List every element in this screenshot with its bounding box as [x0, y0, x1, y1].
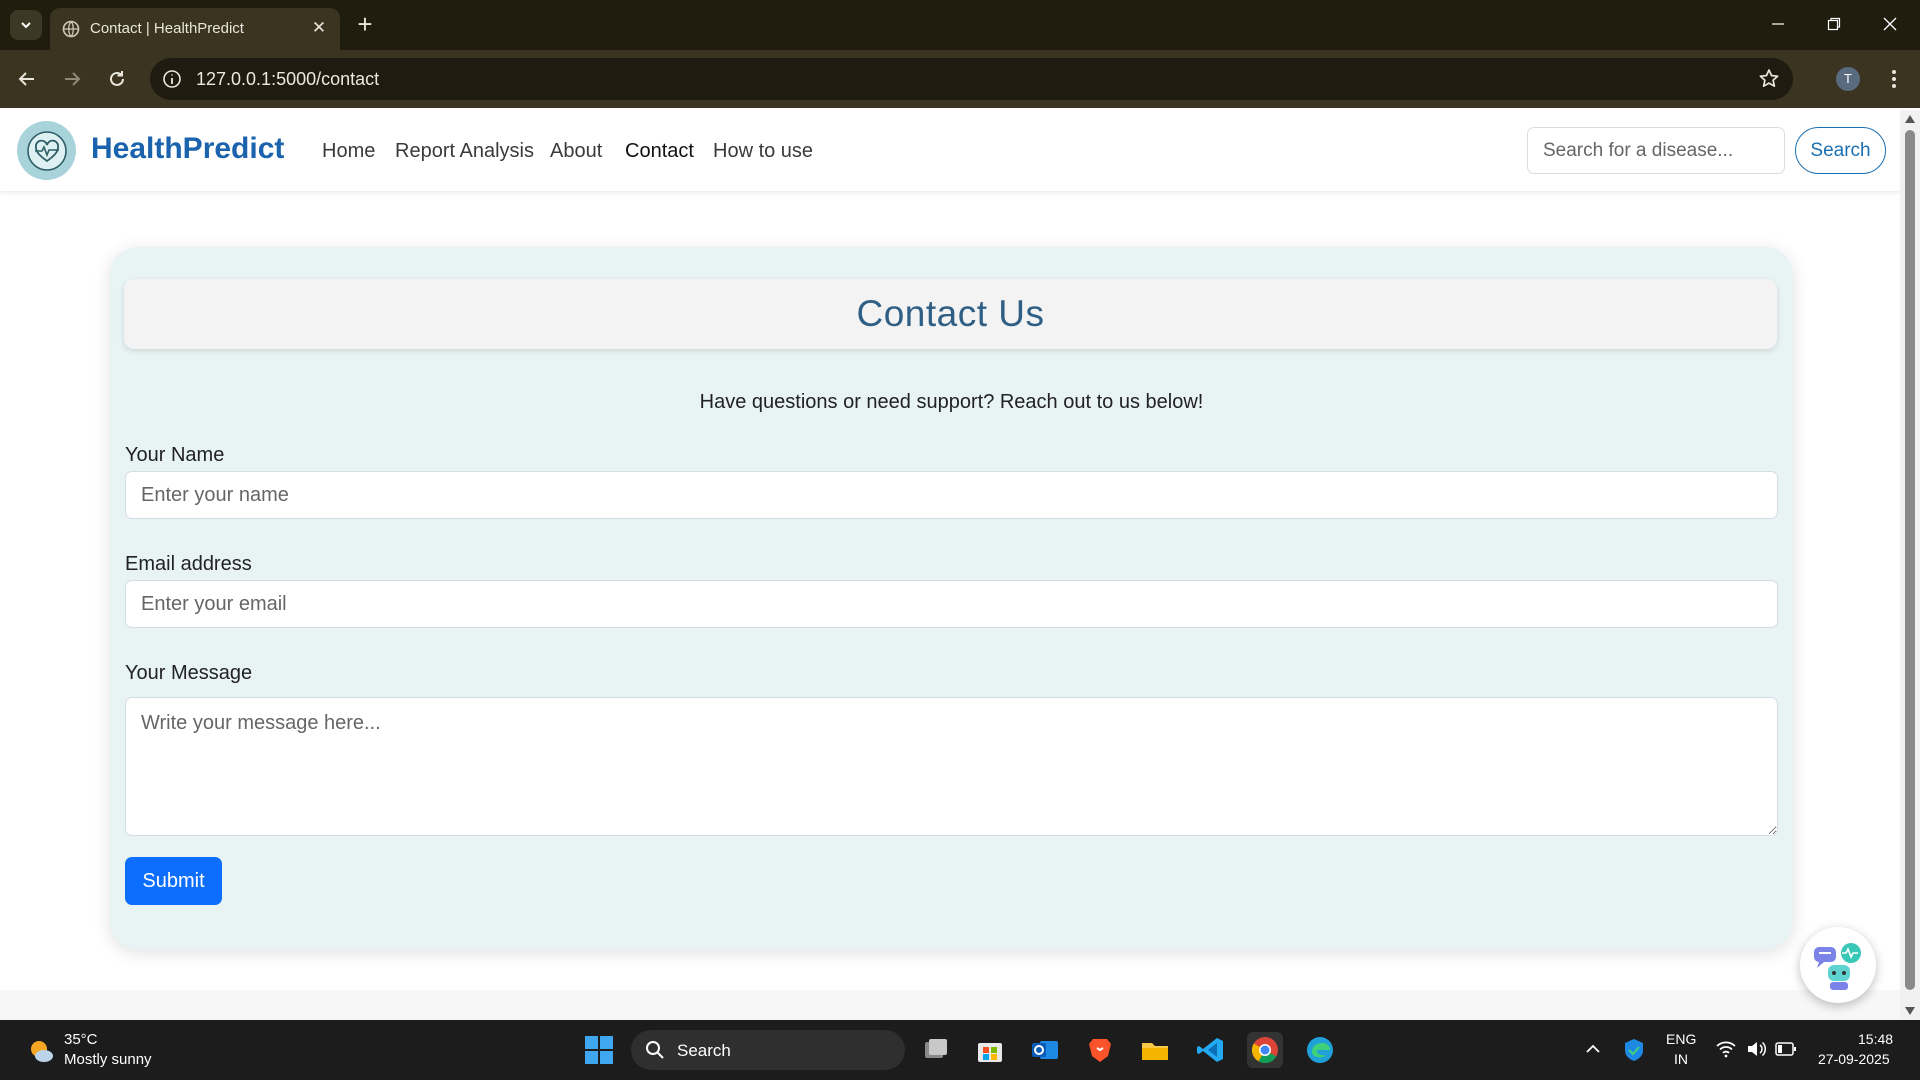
address-bar[interactable]: 127.0.0.1:5000/contact: [150, 58, 1793, 100]
nav-link-contact[interactable]: Contact: [625, 140, 694, 163]
scrollbar-thumb[interactable]: [1905, 130, 1915, 990]
back-button[interactable]: [10, 62, 44, 96]
reload-button[interactable]: [100, 62, 134, 96]
page-title: Contact Us: [856, 293, 1045, 334]
browser-toolbar: 127.0.0.1:5000/contact: [0, 50, 1920, 108]
page-scrollbar[interactable]: [1900, 110, 1920, 1020]
weather-temperature[interactable]: 35°C: [64, 1031, 98, 1048]
restore-button[interactable]: [1814, 8, 1854, 40]
minimize-icon: [1772, 23, 1784, 25]
scroll-up-icon[interactable]: [1904, 114, 1916, 124]
contact-card-header: Contact Us: [124, 279, 1777, 349]
url-text: 127.0.0.1:5000/contact: [196, 69, 380, 89]
nav-link-report-analysis[interactable]: Report Analysis: [395, 140, 534, 163]
nav-link-about[interactable]: About: [550, 140, 602, 163]
outlook-app-button[interactable]: [1027, 1032, 1063, 1068]
volume-icon[interactable]: [1746, 1040, 1766, 1058]
disease-search-input[interactable]: [1527, 127, 1785, 174]
tab-search-button[interactable]: [10, 10, 42, 40]
search-button[interactable]: Search: [1795, 127, 1886, 174]
file-explorer-button[interactable]: [1137, 1032, 1173, 1068]
nav-link-home[interactable]: Home: [322, 140, 375, 163]
chevron-down-icon: [21, 22, 31, 29]
site-navbar: HealthPredict Home Report Analysis About…: [0, 110, 1900, 191]
wifi-icon[interactable]: [1716, 1040, 1736, 1058]
more-vertical-icon[interactable]: [1884, 64, 1904, 94]
search-icon: [646, 1041, 664, 1059]
store-app-button[interactable]: [972, 1032, 1008, 1068]
message-label: Your Message: [125, 662, 253, 684]
tab-close-icon[interactable]: ✕: [308, 17, 330, 39]
language-indicator-top[interactable]: ENG: [1666, 1031, 1696, 1047]
forward-button[interactable]: [55, 62, 89, 96]
task-view-icon: [925, 1039, 947, 1058]
vscode-icon: [1197, 1038, 1223, 1062]
clock-time[interactable]: 15:48: [1858, 1031, 1893, 1047]
battery-icon[interactable]: [1775, 1041, 1797, 1057]
start-button[interactable]: [581, 1032, 617, 1068]
contact-card: Contact Us Have questions or need suppor…: [110, 247, 1793, 949]
clock-date[interactable]: 27-09-2025: [1818, 1051, 1890, 1067]
chatbot-launcher[interactable]: [1800, 927, 1876, 1003]
reload-icon: [110, 71, 124, 86]
language-indicator-bottom[interactable]: IN: [1674, 1051, 1688, 1067]
scroll-down-icon[interactable]: [1904, 1006, 1916, 1016]
contact-subtitle: Have questions or need support? Reach ou…: [699, 391, 1204, 413]
page-viewport: HealthPredict Home Report Analysis About…: [0, 110, 1900, 1020]
taskbar-search-label: Search: [677, 1041, 731, 1060]
brand-logo[interactable]: [17, 121, 76, 180]
chrome-icon: [1251, 1037, 1278, 1064]
brand-name[interactable]: HealthPredict: [91, 132, 284, 166]
outlook-icon: [1032, 1041, 1058, 1059]
chevron-up-icon[interactable]: [1585, 1042, 1601, 1056]
nav-link-how-to-use[interactable]: How to use: [713, 140, 813, 163]
brave-app-button[interactable]: [1082, 1032, 1118, 1068]
chrome-app-button[interactable]: [1247, 1032, 1283, 1068]
edge-icon: [1307, 1037, 1333, 1063]
edge-app-button[interactable]: [1302, 1032, 1338, 1068]
footer: [0, 990, 1900, 1020]
arrow-left-icon: [18, 72, 34, 86]
folder-icon: [1142, 1043, 1168, 1060]
taskbar-search[interactable]: Search: [631, 1030, 905, 1070]
brave-lion-icon: [1089, 1039, 1111, 1062]
os-taskbar: 35°C Mostly sunny Search ENG IN 15:48 27…: [0, 1020, 1920, 1080]
new-tab-button[interactable]: +: [350, 10, 380, 40]
windows-logo-icon: [585, 1036, 613, 1064]
partly-sunny-icon[interactable]: [26, 1036, 56, 1066]
task-view-button[interactable]: [918, 1032, 954, 1068]
name-field[interactable]: [125, 471, 1778, 519]
weather-description[interactable]: Mostly sunny: [64, 1051, 152, 1068]
heartbeat-logo-icon: [26, 130, 67, 171]
chatbot-robot-icon: [1814, 943, 1861, 990]
email-field[interactable]: [125, 580, 1778, 628]
minimize-button[interactable]: [1758, 8, 1798, 40]
close-window-button[interactable]: [1870, 8, 1910, 40]
restore-icon: [1827, 17, 1841, 31]
tab-title: Contact | HealthPredict: [90, 20, 244, 37]
shield-check-icon[interactable]: [1623, 1038, 1645, 1062]
store-icon: [978, 1043, 1002, 1062]
submit-button[interactable]: Submit: [125, 857, 222, 905]
bookmark-star-icon[interactable]: [1757, 67, 1781, 91]
profile-avatar[interactable]: T: [1836, 67, 1860, 91]
site-info-icon[interactable]: [160, 67, 184, 91]
name-label: Your Name: [125, 444, 225, 466]
globe-icon: [62, 20, 80, 38]
arrow-right-icon: [65, 72, 81, 86]
email-label: Email address: [125, 553, 252, 575]
close-icon: [1883, 17, 1897, 31]
browser-tabstrip: Contact | HealthPredict ✕ +: [0, 0, 1920, 50]
browser-tab-active[interactable]: Contact | HealthPredict ✕: [50, 8, 340, 50]
vscode-app-button[interactable]: [1192, 1032, 1228, 1068]
message-field[interactable]: [125, 697, 1778, 836]
